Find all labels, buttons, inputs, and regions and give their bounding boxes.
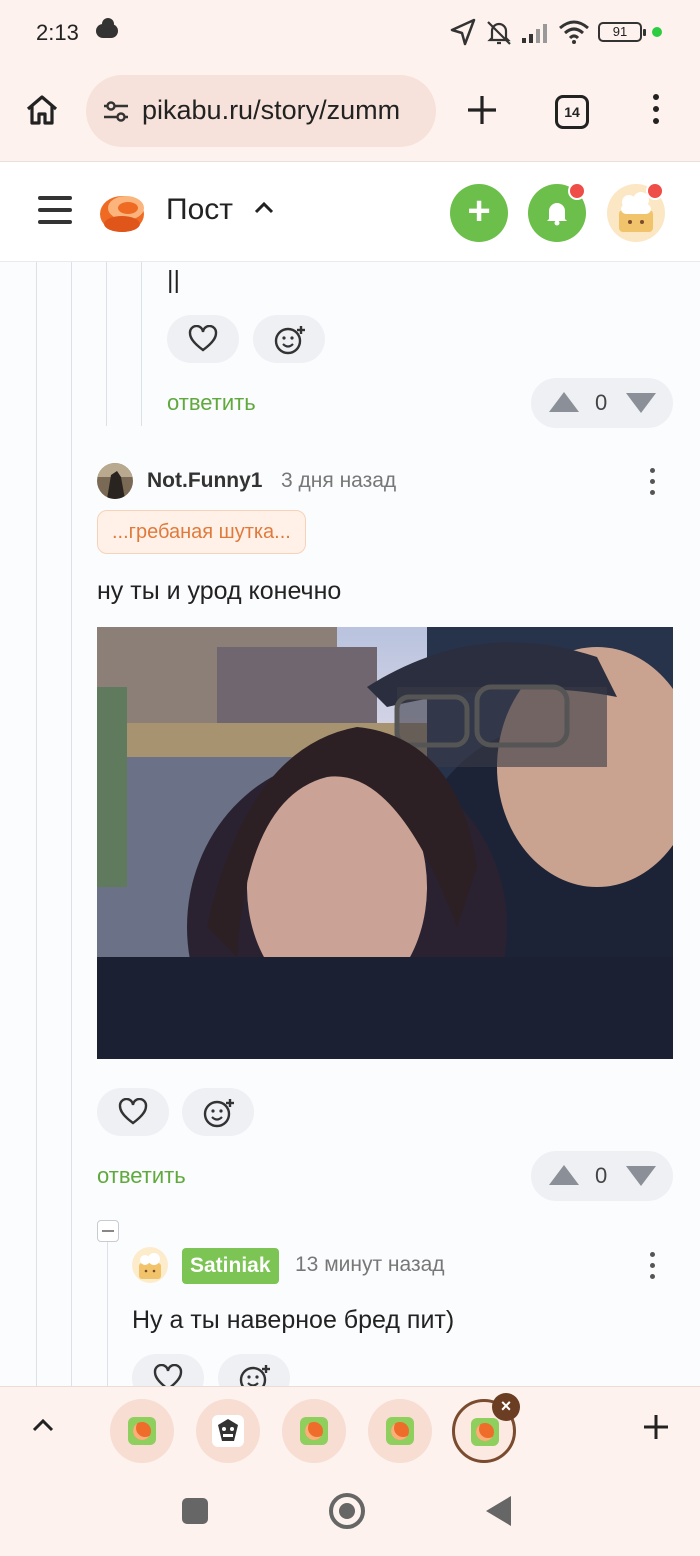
pikabu-favicon-icon	[386, 1417, 414, 1445]
close-icon[interactable]: ×	[492, 1393, 520, 1421]
browser-menu-icon[interactable]	[650, 94, 662, 130]
url-text: pikabu.ru/story/zumm	[142, 95, 401, 125]
rating-count: 0	[595, 390, 608, 415]
author-avatar[interactable]	[132, 1247, 168, 1283]
site-favicon-icon	[212, 1415, 244, 1447]
tab-item[interactable]	[368, 1399, 432, 1463]
back-button[interactable]	[486, 1496, 511, 1526]
chevron-up-icon[interactable]	[32, 1417, 54, 1433]
pikabu-favicon-icon	[471, 1418, 499, 1446]
vote-box: 0	[531, 1151, 673, 1201]
tabs-count-button[interactable]: 14	[555, 95, 589, 129]
home-icon[interactable]	[24, 92, 60, 128]
add-reaction-button[interactable]	[182, 1088, 254, 1136]
chevron-up-icon[interactable]	[254, 200, 274, 214]
comment-text: Ну а ты наверное бред пит)	[132, 1306, 455, 1334]
thread-line	[141, 262, 142, 426]
downvote-icon[interactable]	[626, 1166, 656, 1186]
author-name[interactable]: Satiniak	[182, 1248, 279, 1284]
system-nav-bar	[0, 1470, 700, 1556]
signal-icon	[522, 24, 547, 43]
add-post-button[interactable]: +	[450, 184, 508, 242]
rating-count: 0	[595, 1163, 608, 1188]
upvote-icon[interactable]	[549, 1165, 579, 1185]
comment-timestamp: 3 дня назад	[281, 469, 397, 492]
wifi-icon	[559, 20, 589, 44]
mute-icon	[487, 21, 511, 45]
privacy-dot	[652, 27, 662, 37]
site-header: Пост +	[0, 162, 700, 262]
comment-text: ну ты и урод конечно	[97, 577, 342, 605]
tab-item[interactable]	[282, 1399, 346, 1463]
browser-toolbar: pikabu.ru/story/zumm 14	[0, 66, 700, 162]
new-tab-plus-icon[interactable]	[642, 1413, 670, 1441]
reply-link[interactable]: ответить	[167, 390, 256, 416]
hamburger-icon[interactable]	[38, 196, 72, 226]
pikabu-logo[interactable]	[98, 186, 150, 234]
heart-icon	[118, 1098, 148, 1125]
profile-notification-dot	[646, 182, 664, 200]
battery-indicator: 91	[598, 22, 646, 42]
cloud-icon	[96, 18, 118, 38]
new-tab-plus-icon[interactable]	[466, 94, 498, 126]
bell-icon	[547, 203, 567, 226]
recents-button[interactable]	[182, 1498, 208, 1524]
thread-line	[107, 1242, 108, 1386]
comment-menu-icon[interactable]	[648, 468, 656, 498]
author-avatar[interactable]	[97, 463, 133, 499]
tune-icon[interactable]	[102, 101, 130, 123]
collapse-thread-button[interactable]	[97, 1220, 119, 1242]
notification-dot	[568, 182, 586, 200]
location-icon	[450, 18, 476, 46]
address-bar[interactable]: pikabu.ru/story/zumm	[86, 75, 436, 147]
like-button[interactable]	[97, 1088, 169, 1136]
add-reaction-button[interactable]	[253, 315, 325, 363]
upvote-icon[interactable]	[549, 392, 579, 412]
add-emoji-icon	[274, 326, 305, 355]
comment-photo[interactable]	[97, 627, 673, 1059]
page-title[interactable]: Пост	[166, 193, 233, 227]
tab-strip: ×	[0, 1386, 700, 1470]
heart-icon	[188, 325, 218, 352]
thread-line	[36, 262, 37, 1386]
home-button[interactable]	[329, 1493, 365, 1529]
comment-menu-icon[interactable]	[648, 1252, 656, 1282]
status-time: 2:13	[36, 20, 79, 45]
add-emoji-icon	[203, 1099, 234, 1128]
like-button[interactable]	[167, 315, 239, 363]
tab-item[interactable]	[196, 1399, 260, 1463]
vote-box: 0	[531, 378, 673, 428]
status-bar: 2:13 91	[0, 0, 700, 66]
thread-line	[106, 262, 107, 426]
thread-line	[71, 262, 72, 1386]
tab-item[interactable]	[110, 1399, 174, 1463]
downvote-icon[interactable]	[626, 393, 656, 413]
author-name[interactable]: Not.Funny1	[147, 469, 263, 493]
comment-text: ||	[167, 266, 180, 294]
pikabu-favicon-icon	[300, 1417, 328, 1445]
pikabu-favicon-icon	[128, 1417, 156, 1445]
comment-tag[interactable]: ...гребаная шутка...	[97, 510, 306, 554]
reply-link[interactable]: ответить	[97, 1163, 186, 1189]
comment-timestamp: 13 минут назад	[295, 1253, 445, 1276]
